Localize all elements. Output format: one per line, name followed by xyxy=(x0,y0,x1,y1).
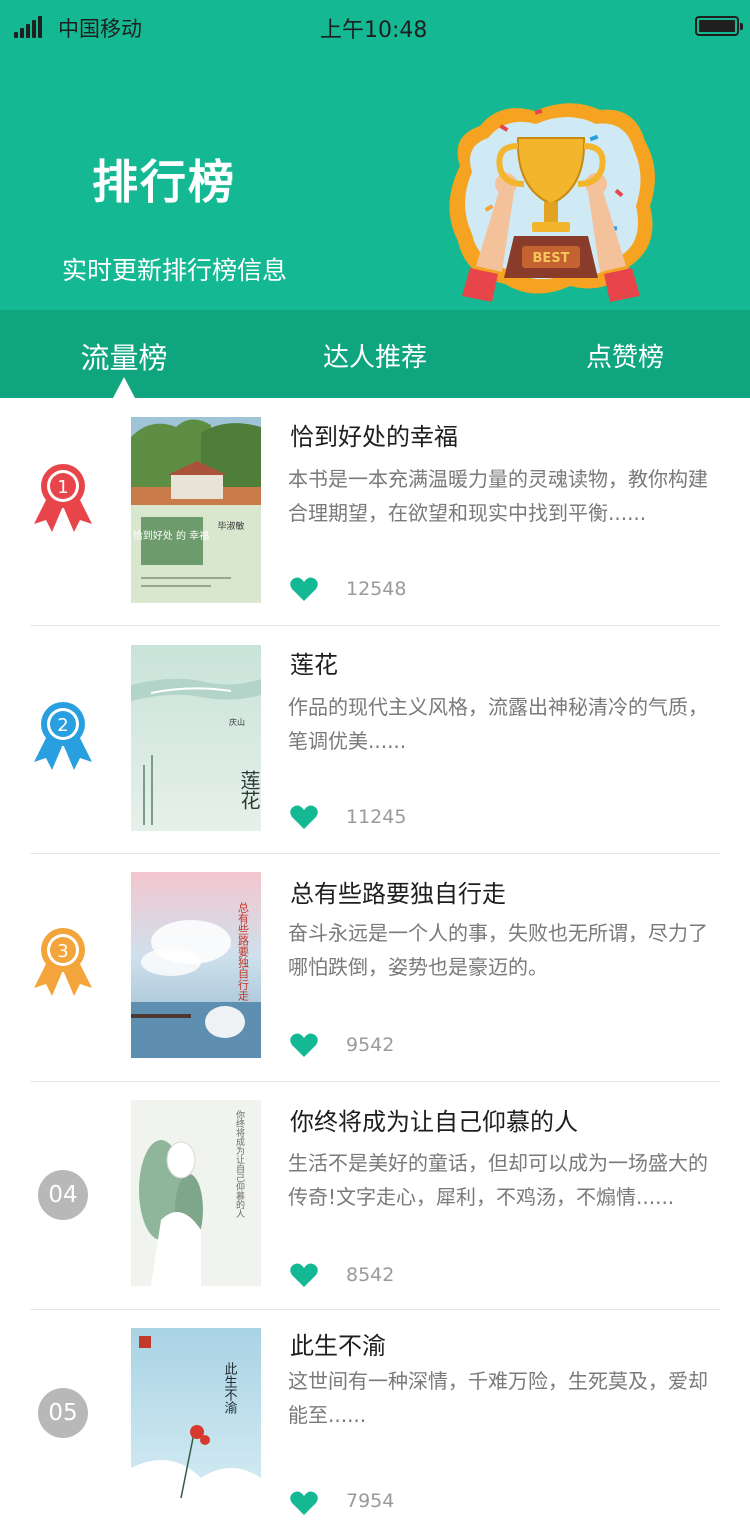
book-cover[interactable]: 恰到好处 的 幸福 毕淑敏 xyxy=(131,417,261,603)
active-tab-indicator xyxy=(113,377,135,398)
rank-number: 3 xyxy=(57,941,68,962)
like-count: 12548 xyxy=(346,578,407,600)
cover-title: 莲花 xyxy=(237,770,261,810)
rank-medal-icon: 3 xyxy=(34,928,92,996)
heart-icon[interactable] xyxy=(290,1262,318,1288)
book-title[interactable]: 总有些路要独自行走 xyxy=(290,874,506,909)
book-cover[interactable]: 莲花 庆山 xyxy=(131,645,261,831)
rank-medal-icon: 1 xyxy=(34,464,92,532)
list-item[interactable]: 3 总有些路要独自行走 总有些路要独自行走 奋斗永远是一个人的事，失败也无所谓，… xyxy=(0,854,750,1082)
like-count: 9542 xyxy=(346,1034,395,1056)
rank-number: 1 xyxy=(57,477,68,498)
like-count: 7954 xyxy=(346,1490,395,1512)
best-label: BEST xyxy=(532,251,569,266)
like-count: 8542 xyxy=(346,1264,395,1286)
book-title[interactable]: 你终将成为让自己仰慕的人 xyxy=(290,1102,578,1137)
clock: 上午10:48 xyxy=(320,18,428,43)
like-count: 11245 xyxy=(346,806,407,828)
cover-author: 庆山 xyxy=(229,717,245,727)
book-title[interactable]: 莲花 xyxy=(290,645,338,680)
signal-icon xyxy=(14,16,44,38)
cover-title: 总有些路要独自行走 xyxy=(237,901,250,1001)
book-description: 作品的现代主义风格，流露出神秘清冷的气质，笔调优美...... xyxy=(288,695,708,753)
book-cover[interactable]: 此生不渝 xyxy=(131,1328,261,1514)
status-bar: 中国移动 上午10:48 xyxy=(0,0,750,52)
heart-icon[interactable] xyxy=(290,576,318,602)
page-subtitle: 实时更新排行榜信息 xyxy=(62,256,288,285)
battery-icon xyxy=(695,16,743,36)
page-title: 排行榜 xyxy=(92,155,236,209)
book-title[interactable]: 恰到好处的幸福 xyxy=(290,417,458,452)
book-description: 本书是一本充满温暖力量的灵魂读物，教你构建合理期望，在欲望和现实中找到平衡...… xyxy=(288,467,708,525)
list-item[interactable]: 05 此生不渝 此生不渝 这世间有一种深情，千难万险，生死莫及，爱却能至....… xyxy=(0,1310,750,1520)
list-item[interactable]: 1 恰到好处 的 幸福 毕淑敏 恰到好处的幸福 本书是一本充满温暖力量的灵魂读物… xyxy=(0,398,750,626)
rank-number: 2 xyxy=(57,715,68,736)
rank-badge: 05 xyxy=(38,1388,88,1438)
book-description: 奋斗永远是一个人的事，失败也无所谓，尽力了哪怕跌倒，姿势也是豪迈的。 xyxy=(288,921,708,979)
tab-expert-recommend[interactable]: 达人推荐 xyxy=(295,310,455,398)
book-cover[interactable]: 你终将成为让自己仰慕的人 xyxy=(131,1100,261,1286)
heart-icon[interactable] xyxy=(290,1490,318,1516)
cover-title: 此生不渝 xyxy=(222,1362,238,1414)
list-item[interactable]: 2 莲花 庆山 莲花 作品的现代主义风格，流露出神秘清冷的气质，笔调优美....… xyxy=(0,626,750,854)
header: 中国移动 上午10:48 排行榜 实时更新排行榜信息 BEST xyxy=(0,0,750,310)
tab-likes-ranking[interactable]: 点赞榜 xyxy=(545,310,705,398)
cover-author: 毕淑敏 xyxy=(217,520,244,532)
book-description: 生活不是美好的童话，但却可以成为一场盛大的传奇!文字走心，犀利，不鸡汤，不煽情.… xyxy=(288,1151,708,1209)
book-title[interactable]: 此生不渝 xyxy=(290,1326,386,1361)
trophy-illustration: BEST xyxy=(449,103,655,302)
book-cover[interactable]: 总有些路要独自行走 xyxy=(131,872,261,1058)
rank-badge: 04 xyxy=(38,1170,88,1220)
heart-icon[interactable] xyxy=(290,804,318,830)
list-item[interactable]: 04 你终将成为让自己仰慕的人 你终将成为让自己仰慕的人 生活不是美好的童话，但… xyxy=(0,1082,750,1310)
cover-title: 恰到好处 的 幸福 xyxy=(133,529,209,542)
rank-medal-icon: 2 xyxy=(34,702,92,770)
cover-title: 你终将成为让自己仰慕的人 xyxy=(234,1109,245,1218)
book-description: 这世间有一种深情，千难万险，生死莫及，爱却能至...... xyxy=(288,1369,708,1427)
heart-icon[interactable] xyxy=(290,1032,318,1058)
carrier-name: 中国移动 xyxy=(58,17,142,41)
